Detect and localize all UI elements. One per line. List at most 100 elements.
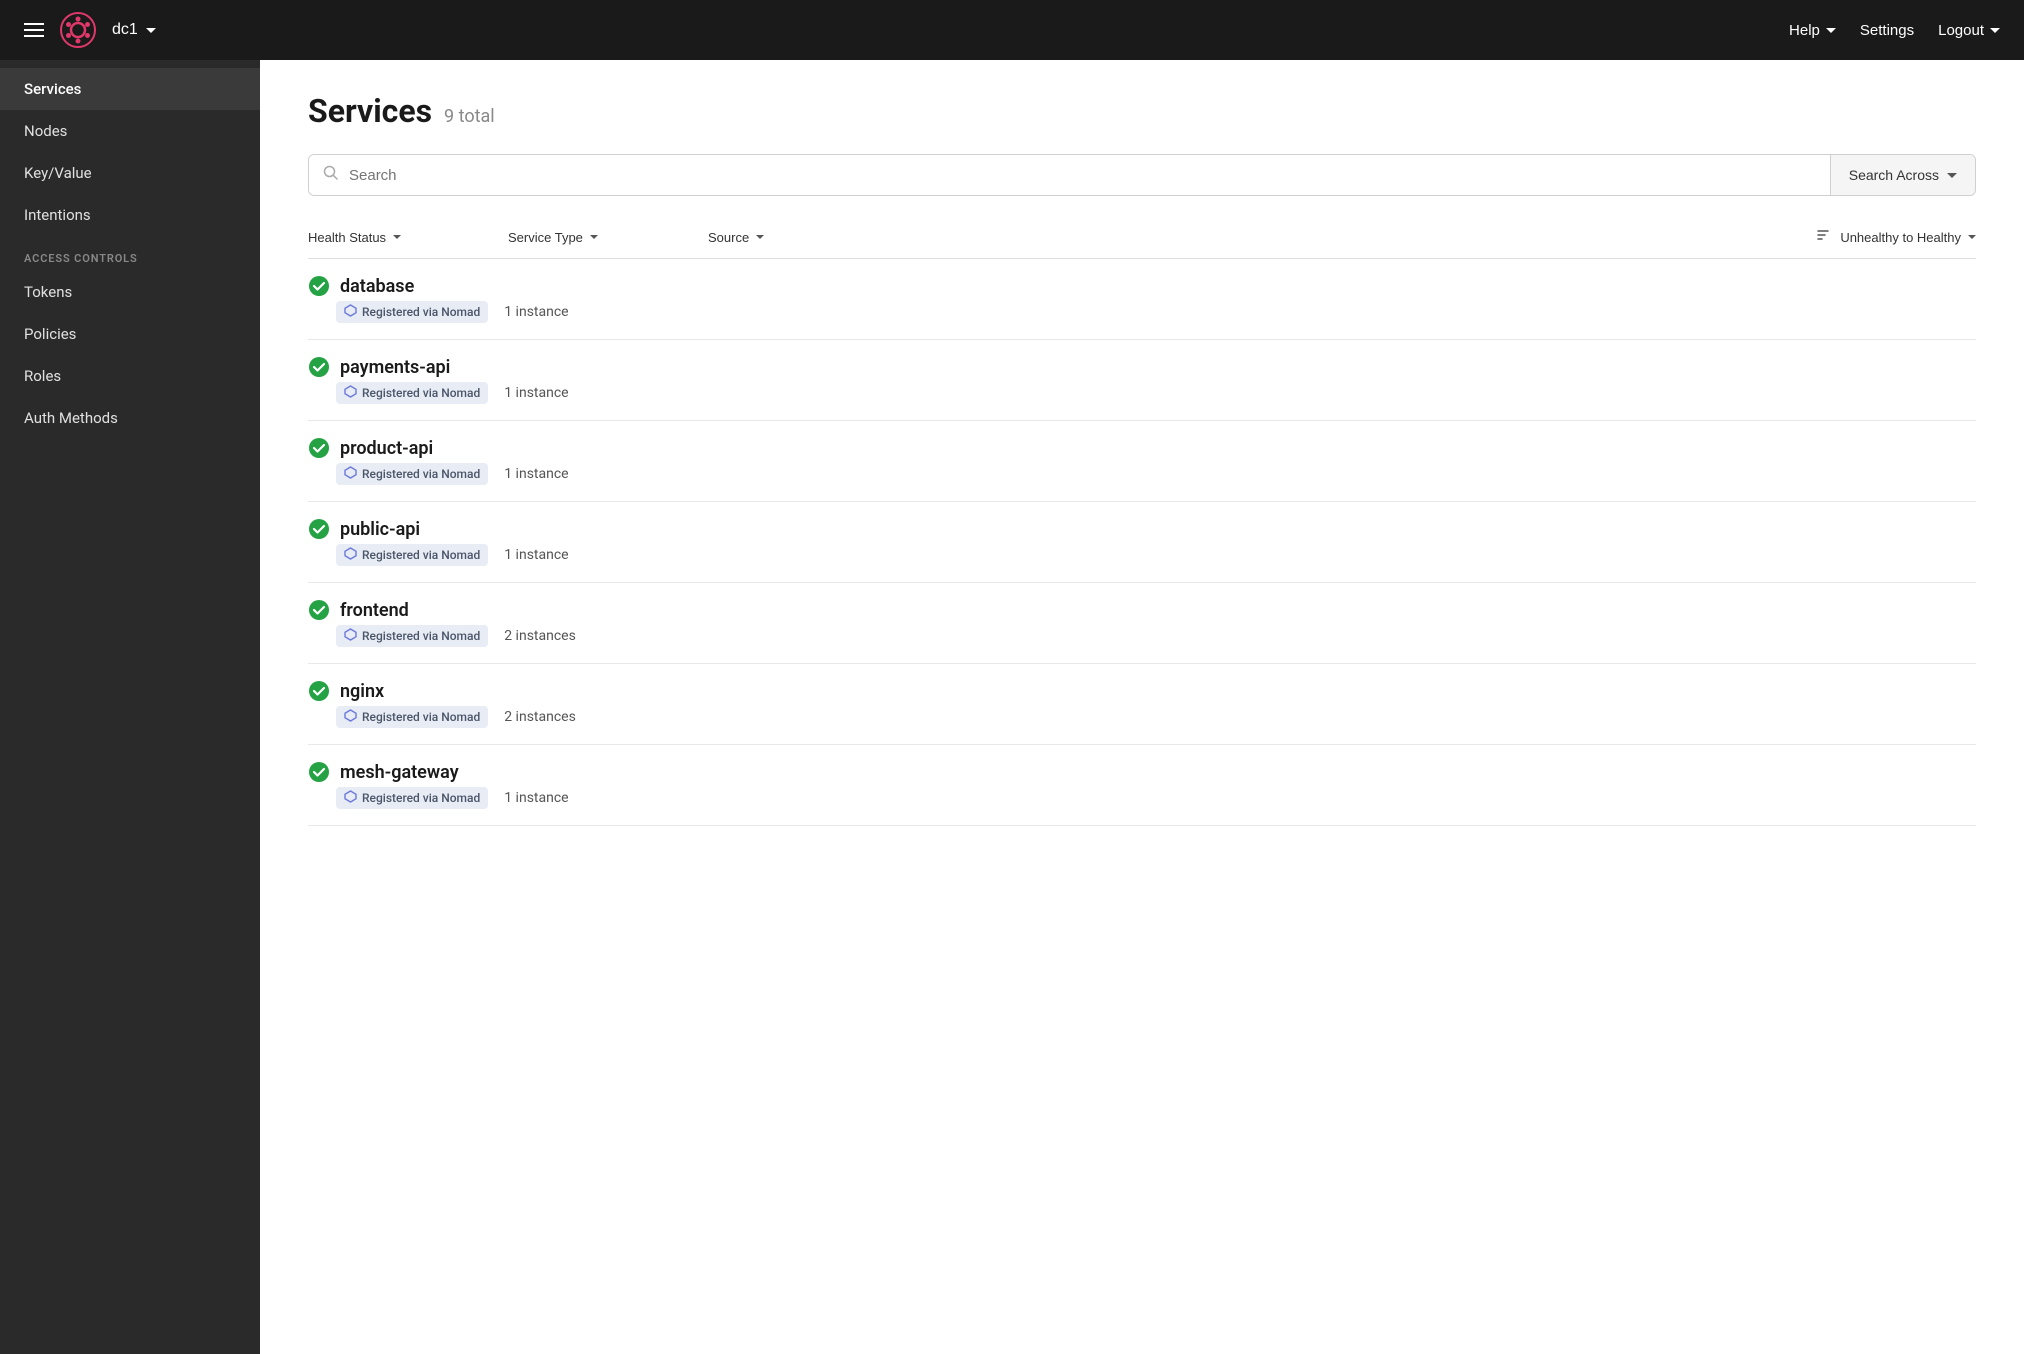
instance-count: 2 instances: [504, 628, 576, 644]
service-row-top: database: [308, 275, 1976, 297]
service-row-sub: Registered via Nomad 1 instance: [308, 382, 1976, 404]
page-header: Services 9 total: [308, 92, 1976, 130]
service-name: mesh-gateway: [340, 762, 459, 783]
table-header: Health Status Service Type Source: [308, 216, 1976, 259]
sort-controls: Unhealthy to Healthy: [1816, 226, 1976, 248]
nomad-badge: Registered via Nomad: [336, 544, 488, 566]
nomad-label: Registered via Nomad: [362, 710, 480, 724]
service-row-sub: Registered via Nomad 1 instance: [308, 301, 1976, 323]
settings-button[interactable]: Settings: [1860, 22, 1914, 39]
sidebar-item-intentions[interactable]: Intentions: [0, 194, 260, 236]
nomad-icon: [344, 709, 357, 725]
datacenter-selector[interactable]: dc1: [112, 21, 156, 39]
instance-count: 1 instance: [504, 547, 568, 563]
nomad-icon: [344, 466, 357, 482]
health-check-icon: [308, 761, 330, 783]
health-status-chevron-icon: [393, 235, 401, 239]
nomad-icon: [344, 304, 357, 320]
datacenter-chevron-icon: [146, 28, 156, 33]
logout-button[interactable]: Logout: [1938, 22, 2000, 39]
search-row: Search Across: [308, 154, 1976, 196]
search-input[interactable]: [349, 167, 1816, 184]
hamburger-menu[interactable]: [24, 23, 44, 37]
service-name: database: [340, 276, 414, 297]
search-icon: [323, 165, 339, 185]
health-status-filter[interactable]: Health Status: [308, 230, 508, 245]
service-row[interactable]: nginx Registered via Nomad 2 instances: [308, 664, 1976, 745]
topnav-right: Help Settings Logout: [1789, 22, 2000, 39]
sidebar-item-roles[interactable]: Roles: [0, 355, 260, 397]
health-check-icon: [308, 275, 330, 297]
service-row[interactable]: database Registered via Nomad 1 instance: [308, 259, 1976, 340]
logout-chevron-icon: [1990, 28, 2000, 33]
nomad-label: Registered via Nomad: [362, 548, 480, 562]
nomad-badge: Registered via Nomad: [336, 625, 488, 647]
service-row-top: mesh-gateway: [308, 761, 1976, 783]
health-check-icon: [308, 356, 330, 378]
source-filter[interactable]: Source: [708, 230, 888, 245]
service-row-sub: Registered via Nomad 1 instance: [308, 544, 1976, 566]
service-row-sub: Registered via Nomad 2 instances: [308, 625, 1976, 647]
service-row[interactable]: mesh-gateway Registered via Nomad 1 inst…: [308, 745, 1976, 826]
service-row[interactable]: payments-api Registered via Nomad 1 inst…: [308, 340, 1976, 421]
layout: Services Nodes Key/Value Intentions ACCE…: [0, 60, 2024, 1354]
sidebar-item-tokens[interactable]: Tokens: [0, 271, 260, 313]
nomad-badge: Registered via Nomad: [336, 706, 488, 728]
service-row[interactable]: product-api Registered via Nomad 1 insta…: [308, 421, 1976, 502]
nomad-label: Registered via Nomad: [362, 305, 480, 319]
page-count: 9 total: [444, 106, 495, 127]
service-row-top: nginx: [308, 680, 1976, 702]
sort-chevron-icon: [1968, 235, 1976, 239]
nomad-label: Registered via Nomad: [362, 791, 480, 805]
topnav-left: dc1: [24, 12, 156, 48]
service-row-top: frontend: [308, 599, 1976, 621]
service-name: payments-api: [340, 357, 450, 378]
help-button[interactable]: Help: [1789, 22, 1836, 39]
service-row-top: public-api: [308, 518, 1976, 540]
sort-icon: [1816, 226, 1834, 248]
page-title: Services: [308, 92, 432, 130]
sidebar-item-auth-methods[interactable]: Auth Methods: [0, 397, 260, 439]
nomad-label: Registered via Nomad: [362, 467, 480, 481]
service-type-chevron-icon: [590, 235, 598, 239]
health-check-icon: [308, 437, 330, 459]
service-row[interactable]: frontend Registered via Nomad 2 instance…: [308, 583, 1976, 664]
service-name: product-api: [340, 438, 433, 459]
nomad-icon: [344, 790, 357, 806]
access-controls-label: ACCESS CONTROLS: [0, 236, 260, 271]
sidebar-item-nodes[interactable]: Nodes: [0, 110, 260, 152]
service-type-filter[interactable]: Service Type: [508, 230, 708, 245]
search-input-wrap: [309, 155, 1830, 195]
service-row[interactable]: public-api Registered via Nomad 1 instan…: [308, 502, 1976, 583]
service-row-top: product-api: [308, 437, 1976, 459]
instance-count: 1 instance: [504, 466, 568, 482]
nomad-icon: [344, 385, 357, 401]
sidebar-item-services[interactable]: Services: [0, 68, 260, 110]
service-name: frontend: [340, 600, 409, 621]
health-check-icon: [308, 599, 330, 621]
service-name: nginx: [340, 681, 384, 702]
service-row-sub: Registered via Nomad 1 instance: [308, 463, 1976, 485]
nomad-icon: [344, 628, 357, 644]
datacenter-label: dc1: [112, 21, 138, 39]
service-row-sub: Registered via Nomad 2 instances: [308, 706, 1976, 728]
instance-count: 1 instance: [504, 304, 568, 320]
sidebar-item-keyvalue[interactable]: Key/Value: [0, 152, 260, 194]
service-row-top: payments-api: [308, 356, 1976, 378]
sidebar-item-policies[interactable]: Policies: [0, 313, 260, 355]
sort-button[interactable]: Unhealthy to Healthy: [1840, 230, 1976, 245]
service-list: database Registered via Nomad 1 instance: [308, 259, 1976, 826]
instance-count: 1 instance: [504, 790, 568, 806]
health-check-icon: [308, 518, 330, 540]
instance-count: 1 instance: [504, 385, 568, 401]
instance-count: 2 instances: [504, 709, 576, 725]
nomad-badge: Registered via Nomad: [336, 301, 488, 323]
service-name: public-api: [340, 519, 420, 540]
topnav: dc1 Help Settings Logout: [0, 0, 2024, 60]
help-chevron-icon: [1826, 28, 1836, 33]
nomad-label: Registered via Nomad: [362, 386, 480, 400]
nomad-label: Registered via Nomad: [362, 629, 480, 643]
health-check-icon: [308, 680, 330, 702]
source-chevron-icon: [756, 235, 764, 239]
search-across-button[interactable]: Search Across: [1830, 155, 1975, 195]
